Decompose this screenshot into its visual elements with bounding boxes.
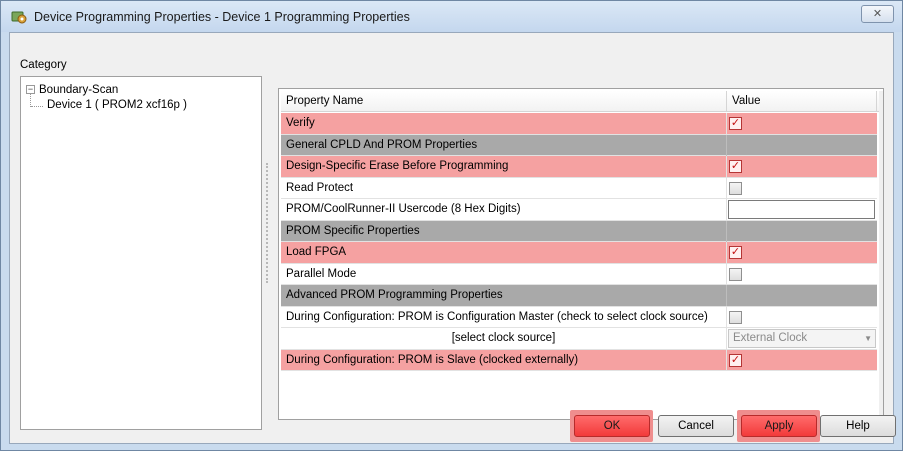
property-row[interactable]: During Configuration: PROM is Slave (clo…	[281, 349, 877, 371]
device-programming-icon	[11, 11, 27, 24]
property-grid-scrollbar[interactable]	[879, 91, 883, 417]
usercode-input[interactable]	[728, 200, 875, 219]
window-title: Device Programming Properties - Device 1…	[34, 10, 410, 24]
property-value	[727, 199, 877, 220]
property-name: PROM Specific Properties	[281, 220, 727, 242]
property-row[interactable]: Design-Specific Erase Before Programming…	[281, 156, 877, 178]
tree-node-boundary-scan[interactable]: − Boundary-Scan	[26, 82, 118, 96]
property-name: During Configuration: PROM is Configurat…	[281, 306, 727, 328]
property-value	[727, 285, 877, 306]
property-checkbox[interactable]: ✓	[729, 160, 742, 173]
property-row[interactable]: Read Protect	[281, 177, 877, 199]
property-row[interactable]: Verify ✓	[281, 113, 877, 135]
title-bar[interactable]: Device Programming Properties - Device 1…	[1, 1, 902, 32]
category-label: Category	[20, 59, 67, 71]
property-name: Parallel Mode	[281, 263, 727, 285]
tree-node-label: Boundary-Scan	[39, 83, 119, 96]
property-value: ✓	[727, 156, 877, 177]
apply-button[interactable]: Apply	[741, 415, 817, 437]
property-row[interactable]: Parallel Mode	[281, 263, 877, 285]
property-grid-header: Property Name Value	[281, 91, 881, 112]
property-group-row: General CPLD And PROM Properties	[281, 134, 877, 156]
property-name: Read Protect	[281, 177, 727, 199]
checkmark-icon: ✓	[730, 117, 741, 129]
panel-splitter[interactable]	[266, 163, 269, 283]
property-name: General CPLD And PROM Properties	[281, 134, 727, 156]
cancel-button[interactable]: Cancel	[658, 415, 734, 437]
column-header-value[interactable]: Value	[727, 91, 877, 112]
property-checkbox[interactable]	[729, 181, 742, 195]
property-group-row: Advanced PROM Programming Properties	[281, 285, 877, 307]
category-tree[interactable]: − Boundary-Scan Device 1 ( PROM2 xcf16p )	[20, 76, 262, 430]
property-value	[727, 178, 877, 199]
dialog-body: Category − Boundary-Scan Device 1 ( PROM2…	[9, 32, 896, 444]
tree-connector	[31, 106, 43, 107]
property-rows: Verify ✓ General CPLD And PROM Properties D…	[281, 113, 877, 371]
property-name: [select clock source]	[281, 328, 727, 349]
property-row[interactable]: [select clock source] External Clock ▼	[281, 328, 877, 350]
property-name: Advanced PROM Programming Properties	[281, 285, 727, 306]
property-checkbox[interactable]	[729, 267, 742, 281]
property-grid: Property Name Value Verify ✓ General CPLD …	[278, 88, 884, 420]
property-value: ✓	[727, 350, 877, 371]
property-row[interactable]: PROM/CoolRunner-II Usercode (8 Hex Digit…	[281, 199, 877, 221]
tree-connector	[30, 93, 31, 107]
dialog-window: Device Programming Properties - Device 1…	[0, 0, 903, 451]
property-checkbox[interactable]	[729, 310, 742, 324]
property-value	[727, 135, 877, 156]
property-name: Load FPGA	[281, 242, 727, 263]
chevron-down-icon: ▼	[864, 334, 872, 343]
property-value: External Clock ▼	[727, 328, 877, 349]
tree-node-device-1[interactable]: Device 1 ( PROM2 xcf16p )	[45, 99, 189, 111]
property-name: Verify	[281, 113, 727, 134]
property-name: PROM/CoolRunner-II Usercode (8 Hex Digit…	[281, 199, 727, 220]
property-row[interactable]: During Configuration: PROM is Configurat…	[281, 306, 877, 328]
property-value	[727, 264, 877, 285]
checkmark-icon: ✓	[730, 160, 741, 172]
close-icon: ✕	[872, 8, 883, 20]
select-value: External Clock	[733, 332, 808, 344]
property-value: ✓	[727, 242, 877, 263]
ok-button[interactable]: OK	[574, 415, 650, 437]
property-checkbox[interactable]: ✓	[729, 117, 742, 130]
property-name: Design-Specific Erase Before Programming	[281, 156, 727, 177]
clock-source-select[interactable]: External Clock ▼	[728, 329, 876, 348]
property-group-row: PROM Specific Properties	[281, 220, 877, 242]
help-button[interactable]: Help	[820, 415, 896, 437]
property-value	[727, 221, 877, 242]
property-value: ✓	[727, 113, 877, 134]
column-header-property-name[interactable]: Property Name	[281, 91, 727, 112]
checkmark-icon: ✓	[730, 246, 741, 258]
property-row[interactable]: Load FPGA ✓	[281, 242, 877, 264]
property-checkbox[interactable]: ✓	[729, 246, 742, 259]
close-button[interactable]: ✕	[861, 5, 894, 23]
checkmark-icon: ✓	[730, 353, 741, 366]
property-name: During Configuration: PROM is Slave (clo…	[281, 349, 727, 371]
property-value	[727, 307, 877, 328]
property-checkbox[interactable]: ✓	[729, 353, 742, 367]
